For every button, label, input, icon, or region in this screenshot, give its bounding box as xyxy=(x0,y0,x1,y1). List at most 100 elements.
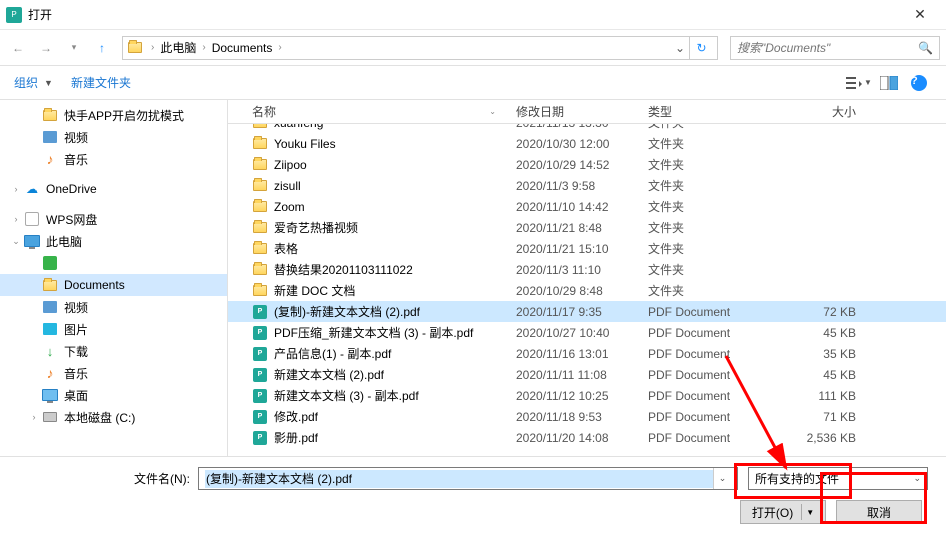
organize-button[interactable]: 组织 xyxy=(14,74,38,91)
cancel-button[interactable]: 取消 xyxy=(836,500,922,524)
sidebar-item[interactable]: ♪音乐 xyxy=(0,362,227,384)
sidebar-item-label: 视频 xyxy=(64,129,88,146)
col-date[interactable]: 修改日期 xyxy=(510,103,642,120)
search-input[interactable] xyxy=(737,41,918,55)
breadcrumb-seg-pc[interactable]: 此电脑 xyxy=(158,39,198,56)
sort-indicator-icon: ⌄ xyxy=(489,107,504,116)
sidebar-item-label: 此电脑 xyxy=(46,233,82,250)
file-row[interactable]: 替换结果202011031110222020/11/3 11:10文件夹 xyxy=(228,259,946,280)
file-row[interactable]: Ziipoo2020/10/29 14:52文件夹 xyxy=(228,154,946,175)
pc-icon xyxy=(24,233,40,249)
file-row[interactable]: Youku Files2020/10/30 12:00文件夹 xyxy=(228,133,946,154)
filename-input[interactable] xyxy=(205,470,713,488)
file-type: 文件夹 xyxy=(642,219,770,236)
expand-icon[interactable]: ⌄ xyxy=(10,236,22,247)
folder-icon xyxy=(252,157,268,173)
refresh-button[interactable]: ↻ xyxy=(689,37,713,59)
sidebar-item[interactable]: 图片 xyxy=(0,318,227,340)
sidebar-item[interactable]: 视频 xyxy=(0,126,227,148)
new-folder-button[interactable]: 新建文件夹 xyxy=(71,74,131,91)
breadcrumb-seg-docs[interactable]: Documents xyxy=(210,41,275,55)
address-dropdown[interactable]: ⌄ xyxy=(671,37,689,59)
recent-dropdown[interactable]: ▾ xyxy=(62,36,86,60)
folder-icon xyxy=(252,199,268,215)
view-options-button[interactable]: ▼ xyxy=(846,70,872,96)
sidebar-item[interactable]: ›本地磁盘 (C:) xyxy=(0,406,227,428)
file-type: 文件夹 xyxy=(642,240,770,257)
filename-combo[interactable]: ⌄ xyxy=(198,467,738,490)
file-row[interactable]: xuanfeng 2021/11/13 13:30文件夹 xyxy=(228,124,946,133)
file-date: 2020/11/3 9:58 xyxy=(510,179,642,193)
open-split-dropdown[interactable]: ▼ xyxy=(806,508,814,517)
sidebar-item-label: 音乐 xyxy=(64,151,88,168)
sidebar-item[interactable]: ⌄ 此电脑 xyxy=(0,230,227,252)
chevron-right-icon: › xyxy=(198,42,209,53)
file-row[interactable]: P影册.pdf2020/11/20 14:08PDF Document2,536… xyxy=(228,427,946,448)
back-button[interactable]: ← xyxy=(6,36,30,60)
file-row[interactable]: 新建 DOC 文档2020/10/29 8:48文件夹 xyxy=(228,280,946,301)
open-button[interactable]: 打开(O) ▼ xyxy=(740,500,826,524)
toolbar: 组织 ▼ 新建文件夹 ▼ ? xyxy=(0,66,946,100)
filename-dropdown[interactable]: ⌄ xyxy=(713,468,731,489)
file-type: 文件夹 xyxy=(642,177,770,194)
filetype-select[interactable]: 所有支持的文件 ⌄ xyxy=(748,467,928,490)
file-row[interactable]: P产品信息(1) - 副本.pdf2020/11/16 13:01PDF Doc… xyxy=(228,343,946,364)
sidebar-item-label: 快手APP开启勿扰模式 xyxy=(64,107,184,124)
file-name: xuanfeng xyxy=(274,124,323,130)
address-bar[interactable]: › 此电脑 › Documents › ⌄ ↻ xyxy=(122,36,718,60)
sidebar[interactable]: 快手APP开启勿扰模式视频 ♪音乐 ›☁OneDrive ›WPS网盘 ⌄ 此电脑 Docu… xyxy=(0,100,228,456)
sidebar-item[interactable]: 快手APP开启勿扰模式 xyxy=(0,104,227,126)
file-rows[interactable]: xuanfeng2021/11/13 13:30文件夹Youku Files20… xyxy=(228,124,946,456)
col-type[interactable]: 类型 xyxy=(642,103,770,120)
sidebar-item[interactable]: 桌面 xyxy=(0,384,227,406)
sidebar-item[interactable] xyxy=(0,252,227,274)
file-row[interactable]: 表格2020/11/21 15:10文件夹 xyxy=(228,238,946,259)
sidebar-item[interactable]: Documents xyxy=(0,274,227,296)
file-type: 文件夹 xyxy=(642,282,770,299)
file-row[interactable]: P修改.pdf2020/11/18 9:53PDF Document71 KB xyxy=(228,406,946,427)
file-row[interactable]: P新建文本文档 (3) - 副本.pdf2020/11/12 10:25PDF … xyxy=(228,385,946,406)
file-row[interactable]: zisull 2020/11/3 9:58文件夹 xyxy=(228,175,946,196)
file-type: 文件夹 xyxy=(642,261,770,278)
chevron-down-icon[interactable]: ▼ xyxy=(44,78,53,88)
close-button[interactable]: ✕ xyxy=(900,0,940,30)
sidebar-item[interactable]: ↓下载 xyxy=(0,340,227,362)
search-box[interactable]: 🔍 xyxy=(730,36,940,60)
up-button[interactable]: ↑ xyxy=(90,36,114,60)
file-row[interactable]: PPDF压缩_新建文本文档 (3) - 副本.pdf2020/10/27 10:… xyxy=(228,322,946,343)
file-size: 111 KB xyxy=(770,389,862,403)
wps-icon xyxy=(24,211,40,227)
expand-icon[interactable]: › xyxy=(28,412,40,422)
sidebar-item-label: 视频 xyxy=(64,299,88,316)
search-icon[interactable]: 🔍 xyxy=(918,41,933,55)
sidebar-item[interactable]: ›WPS网盘 xyxy=(0,208,227,230)
file-row[interactable]: 爱奇艺热播视频2020/11/21 8:48文件夹 xyxy=(228,217,946,238)
disk-icon xyxy=(42,409,58,425)
file-row[interactable]: Zoom2020/11/10 14:42文件夹 xyxy=(228,196,946,217)
sidebar-item[interactable]: 视频 xyxy=(0,296,227,318)
file-row[interactable]: P新建文本文档 (2).pdf2020/11/11 11:08PDF Docum… xyxy=(228,364,946,385)
column-headers[interactable]: 名称⌄ 修改日期 类型 大小 xyxy=(228,100,946,124)
help-button[interactable]: ? xyxy=(906,70,932,96)
file-type: 文件夹 xyxy=(642,124,770,131)
preview-pane-button[interactable] xyxy=(876,70,902,96)
expand-icon[interactable]: › xyxy=(10,214,22,224)
expand-icon[interactable]: › xyxy=(10,184,22,194)
file-date: 2020/11/16 13:01 xyxy=(510,347,642,361)
file-date: 2021/11/13 13:30 xyxy=(510,124,642,130)
col-size[interactable]: 大小 xyxy=(770,103,862,120)
file-name: zisull xyxy=(274,179,301,193)
file-size: 35 KB xyxy=(770,347,862,361)
folder-icon xyxy=(252,220,268,236)
file-date: 2020/11/10 14:42 xyxy=(510,200,642,214)
file-row[interactable]: P(复制)-新建文本文档 (2).pdf2020/11/17 9:35PDF D… xyxy=(228,301,946,322)
file-type: 文件夹 xyxy=(642,198,770,215)
navbar: ← → ▾ ↑ › 此电脑 › Documents › ⌄ ↻ 🔍 xyxy=(0,30,946,66)
filetype-text: 所有支持的文件 xyxy=(755,470,913,487)
col-name[interactable]: 名称⌄ xyxy=(246,103,510,120)
sidebar-item[interactable]: ›☁OneDrive xyxy=(0,178,227,200)
file-date: 2020/11/11 11:08 xyxy=(510,368,642,382)
file-type: PDF Document xyxy=(642,347,770,361)
sidebar-item-label: 音乐 xyxy=(64,365,88,382)
sidebar-item[interactable]: ♪音乐 xyxy=(0,148,227,170)
